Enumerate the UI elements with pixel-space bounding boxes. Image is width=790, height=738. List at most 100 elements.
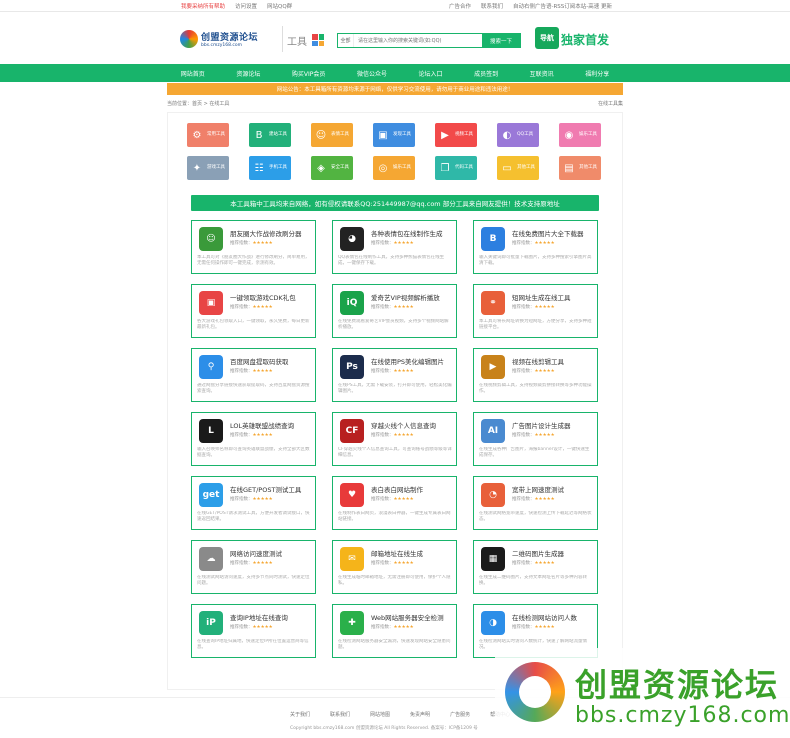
- category-tile[interactable]: ⚙ 常用工具: [187, 123, 229, 147]
- category-tile[interactable]: ◎ 娱乐工具: [373, 156, 415, 180]
- search-button[interactable]: 搜索一下: [482, 34, 520, 47]
- tool-icon: CF: [340, 419, 364, 443]
- nav-item-welfare[interactable]: 福利分享: [585, 69, 609, 78]
- search-category-select[interactable]: 全部: [338, 34, 354, 47]
- tool-card[interactable]: L LOL英雄联盟战绩查询 推荐指数：★★★★★ 输入召唤师名称即可查询英雄联盟战绩，…: [191, 412, 316, 466]
- tool-rating: 推荐指数：★★★★★: [230, 305, 273, 310]
- exclusive-badge-text[interactable]: 独家首发: [561, 31, 609, 48]
- tool-title[interactable]: 网络访问速度测试: [230, 548, 282, 558]
- tool-card[interactable]: ⚭ 短网址生成在线工具 推荐指数：★★★★★ 本工具可将长网址转换为短网址，方便分享，…: [473, 284, 598, 338]
- tool-title[interactable]: 在线GET/POST测试工具: [230, 484, 301, 494]
- tool-title[interactable]: 百度网盘提取码获取: [230, 356, 289, 366]
- nav-item-forum[interactable]: 资源论坛: [236, 69, 260, 78]
- footer-link-sitemap[interactable]: 网站地图: [370, 711, 390, 718]
- category-tile[interactable]: ▶ 视频工具: [435, 123, 477, 147]
- gift-icon: ▣: [378, 129, 388, 141]
- nav-item-vip[interactable]: 购买VIP会员: [292, 69, 326, 78]
- category-tile[interactable]: ◉ 娱乐工具: [559, 123, 601, 147]
- watermark-url: bbs.cmzy168.com: [575, 703, 790, 728]
- tool-title[interactable]: 在线检测网站访问人数: [512, 612, 577, 622]
- category-tile[interactable]: ◐ QQ工具: [497, 123, 539, 147]
- nav-item-home[interactable]: 网站首页: [181, 69, 205, 78]
- tool-title[interactable]: 查询IP地址在线查询: [230, 612, 288, 622]
- category-tile[interactable]: ☺ 表情工具: [311, 123, 353, 147]
- rating-stars: ★★★★★: [534, 369, 555, 374]
- top-link-ads[interactable]: 广告合作: [449, 2, 471, 10]
- tool-title[interactable]: 短网址生成在线工具: [512, 292, 571, 302]
- tool-card[interactable]: ⚲ 百度网盘提取码获取 推荐指数：★★★★★ 通过网盘分享链接快速获取提取码，支持百度…: [191, 348, 316, 402]
- tool-title[interactable]: 邮箱地址在线生成: [371, 548, 423, 558]
- tool-icon: ☁: [199, 547, 223, 571]
- tool-title[interactable]: 穿越火线个人信息查询: [371, 420, 436, 430]
- site-logo[interactable]: 创盟资源论坛 bbs.cmzy168.com: [180, 28, 275, 50]
- category-tile[interactable]: ▤ 其他工具: [559, 156, 601, 180]
- top-link-contact[interactable]: 联系我们: [481, 2, 503, 10]
- tool-card[interactable]: B 在线免费图片大全下载器 推荐指数：★★★★★ 输入关键词即可批量下载图片，支持多种…: [473, 220, 598, 274]
- tool-title[interactable]: 一键领取游戏CDK礼包: [230, 292, 296, 302]
- top-link-1[interactable]: 我要采纳所有帮助: [181, 2, 225, 10]
- top-link-3[interactable]: 网站QQ群: [267, 2, 292, 10]
- category-tile[interactable]: ▣ 发现工具: [373, 123, 415, 147]
- tool-rating: 推荐指数：★★★★★: [230, 625, 273, 630]
- footer-link-contact[interactable]: 联系我们: [330, 711, 350, 718]
- top-link-2[interactable]: 访问设置: [235, 2, 257, 10]
- category-tile[interactable]: ✦ 游戏工具: [187, 156, 229, 180]
- tool-card[interactable]: ◔ 宽带上网速度测试 推荐指数：★★★★★ 在线测试网络宽带速度，快速检测上传下载延迟…: [473, 476, 598, 530]
- tool-card[interactable]: Ps 在线使用PS美化编辑图片 推荐指数：★★★★★ 在线PS工具，无需下载安装，打开…: [332, 348, 457, 402]
- tool-title[interactable]: 朋友圈大作战修改刷分器: [230, 228, 302, 238]
- tool-card[interactable]: ☁ 网络访问速度测试 推荐指数：★★★★★ 在线测试网站访问速度，支持多节点同时测试，…: [191, 540, 316, 594]
- tool-title[interactable]: 各种表情包在线制作生成: [371, 228, 443, 238]
- tool-card[interactable]: ✚ Web网站服务器安全检测 推荐指数：★★★★★ 在线检测网站服务器安全漏洞，快速发…: [332, 604, 457, 658]
- category-label: 安全工具: [331, 165, 349, 170]
- tool-title[interactable]: 在线免费图片大全下载器: [512, 228, 584, 238]
- breadcrumb-path[interactable]: 当前位置：首页 > 在线工具: [167, 100, 229, 110]
- tool-card[interactable]: ▦ 二维码图片生成器 推荐指数：★★★★★ 在线生成二维码图片，支持文本网址名片等多种…: [473, 540, 598, 594]
- category-tile[interactable]: ▭ 其他工具: [497, 156, 539, 180]
- nav-badge-icon[interactable]: 导航: [535, 27, 559, 49]
- tool-card[interactable]: ▣ 一键领取游戏CDK礼包 推荐指数：★★★★★ 各大游戏礼包领取入口，一键领取，永久…: [191, 284, 316, 338]
- tool-title[interactable]: 表白表白网站制作: [371, 484, 423, 494]
- tool-card[interactable]: CF 穿越火线个人信息查询 推荐指数：★★★★★ CF穿越火线个人信息查询工具，可查询…: [332, 412, 457, 466]
- category-label: 娱乐工具: [579, 132, 597, 137]
- nav-item-entry[interactable]: 论坛入口: [419, 69, 443, 78]
- footer-link-about[interactable]: 关于我们: [290, 711, 310, 718]
- tool-card[interactable]: iQ 爱奇艺VIP视频解析播放 推荐指数：★★★★★ 在线免费观看爱奇艺VIP会员视频…: [332, 284, 457, 338]
- category-tile[interactable]: B 建站工具: [249, 123, 291, 147]
- footer-link-disclaimer[interactable]: 免责声明: [410, 711, 430, 718]
- category-label: 发现工具: [393, 132, 411, 137]
- category-tile[interactable]: ◈ 安全工具: [311, 156, 353, 180]
- top-link-rss[interactable]: 自动右侧广告语-RSS订阅本站-高速 更新: [513, 2, 612, 10]
- rating-stars: ★★★★★: [252, 433, 273, 438]
- tool-icon: Ps: [340, 355, 364, 379]
- category-tile[interactable]: ❐ 代码工具: [435, 156, 477, 180]
- tool-card[interactable]: iP 查询IP地址在线查询 推荐指数：★★★★★ 在线查询IP地址归属地，快速定位IP…: [191, 604, 316, 658]
- tool-card[interactable]: ◕ 各种表情包在线制作生成 推荐指数：★★★★★ QQ表情包在线制作工具，支持多种熊猫…: [332, 220, 457, 274]
- tool-title[interactable]: 爱奇艺VIP视频解析播放: [371, 292, 440, 302]
- nav-item-checkin[interactable]: 成员签到: [474, 69, 498, 78]
- tool-title[interactable]: 视频在线剪辑工具: [512, 356, 564, 366]
- tool-description: 本工具可对《朋友圈大作战》进行修改刷分，简单易用，无需任何操作即可一键完成，亲测…: [197, 255, 310, 266]
- tool-title[interactable]: 宽带上网速度测试: [512, 484, 564, 494]
- nav-item-news[interactable]: 互联资讯: [530, 69, 554, 78]
- tool-title[interactable]: 在线使用PS美化编辑图片: [371, 356, 444, 366]
- tool-card[interactable]: ✉ 邮箱地址在线生成 推荐指数：★★★★★ 在线生成临时邮箱地址，无需注册即可使用，保…: [332, 540, 457, 594]
- tool-title[interactable]: LOL英雄联盟战绩查询: [230, 420, 294, 430]
- category-tile[interactable]: ☷ 手机工具: [249, 156, 291, 180]
- tool-card[interactable]: ▶ 视频在线剪辑工具 推荐指数：★★★★★ 在线视频剪辑工具，支持视频裁剪拼接转换等多…: [473, 348, 598, 402]
- tool-title[interactable]: Web网站服务器安全检测: [371, 612, 444, 622]
- nav-item-wechat[interactable]: 微信公众号: [357, 69, 387, 78]
- footer-link-ads[interactable]: 广告服务: [450, 711, 470, 718]
- rating-stars: ★★★★★: [534, 305, 555, 310]
- tool-card[interactable]: ☺ 朋友圈大作战修改刷分器 推荐指数：★★★★★ 本工具可对《朋友圈大作战》进行修改刷…: [191, 220, 316, 274]
- tool-card[interactable]: get 在线GET/POST测试工具 推荐指数：★★★★★ 在线GET/POST请求测…: [191, 476, 316, 530]
- search-input[interactable]: [354, 34, 482, 47]
- rating-stars: ★★★★★: [393, 241, 414, 246]
- rating-stars: ★★★★★: [393, 369, 414, 374]
- tool-card[interactable]: AI 广告图片设计生成器 推荐指数：★★★★★ 在线生成各种广告图片，海报banner…: [473, 412, 598, 466]
- tool-description: 本工具可将长网址转换为短网址，方便分享，支持多种短链接平台。: [479, 319, 592, 330]
- tool-title[interactable]: 广告图片设计生成器: [512, 420, 571, 430]
- tool-card[interactable]: ♥ 表白表白网站制作 推荐指数：★★★★★ 在线制作表白网页，浪漫表白神器，一键生成专…: [332, 476, 457, 530]
- tool-title[interactable]: 二维码图片生成器: [512, 548, 564, 558]
- tool-rating: 推荐指数：★★★★★: [371, 305, 414, 310]
- category-label: 代码工具: [455, 165, 473, 170]
